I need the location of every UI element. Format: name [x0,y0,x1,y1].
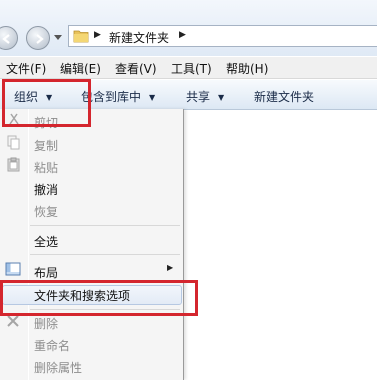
breadcrumb-folder[interactable]: 新建文件夹 [109,29,169,46]
breadcrumb-separator-icon[interactable]: ▶ [94,30,101,40]
address-bar[interactable]: ▶ 新建文件夹 ▶ [68,25,377,47]
forward-arrow-icon [36,34,44,44]
menu-gutter [28,109,29,380]
share-button[interactable]: 共享 ▼ [186,88,224,105]
back-arrow-icon [2,34,10,44]
forward-button[interactable] [26,26,50,50]
paste-icon [7,157,20,172]
share-label: 共享 [186,90,211,104]
organize-menu: 剪切 复制 粘贴 撤消 恢复 全选 布局 ▶ 文件夹和搜索选项 删除 重命名 删… [0,109,184,380]
menu-edit[interactable]: 编辑(E) [60,60,101,77]
menu-item-select-all[interactable]: 全选 [34,233,58,250]
menu-view[interactable]: 查看(V) [115,60,157,77]
menu-item-undo[interactable]: 撤消 [34,181,58,198]
menu-bar: 文件(F) 编辑(E) 查看(V) 工具(T) 帮助(H) [0,57,377,79]
breadcrumb-chevron-icon[interactable]: ▶ [179,30,186,40]
menu-separator [30,225,180,226]
folder-options-highlight-box [0,280,198,316]
submenu-arrow-icon: ▶ [167,263,174,272]
menu-item-paste[interactable]: 粘贴 [34,159,58,176]
menu-help[interactable]: 帮助(H) [226,60,268,77]
include-library-dropdown-icon: ▼ [149,93,156,102]
menu-item-rename[interactable]: 重命名 [34,337,70,354]
menu-item-layout[interactable]: 布局 [34,264,58,281]
menu-item-delete[interactable]: 删除 [34,315,58,332]
organize-highlight-box [2,79,91,127]
delete-x-icon [7,315,19,327]
include-library-button[interactable]: 包含到库中 ▼ [81,88,155,105]
copy-icon [7,135,20,150]
folder-icon [73,30,89,43]
menu-item-copy[interactable]: 复制 [34,137,58,154]
content-pane [362,110,377,380]
share-dropdown-icon: ▼ [218,93,225,102]
menu-separator [30,254,180,255]
new-folder-button[interactable]: 新建文件夹 [254,88,314,105]
menu-item-redo[interactable]: 恢复 [34,203,58,220]
layout-icon [5,262,21,276]
recent-pages-chevron-icon[interactable] [54,35,62,41]
menu-tools[interactable]: 工具(T) [171,60,212,77]
menu-item-delete-properties[interactable]: 删除属性 [34,359,82,376]
menu-file[interactable]: 文件(F) [6,60,46,77]
